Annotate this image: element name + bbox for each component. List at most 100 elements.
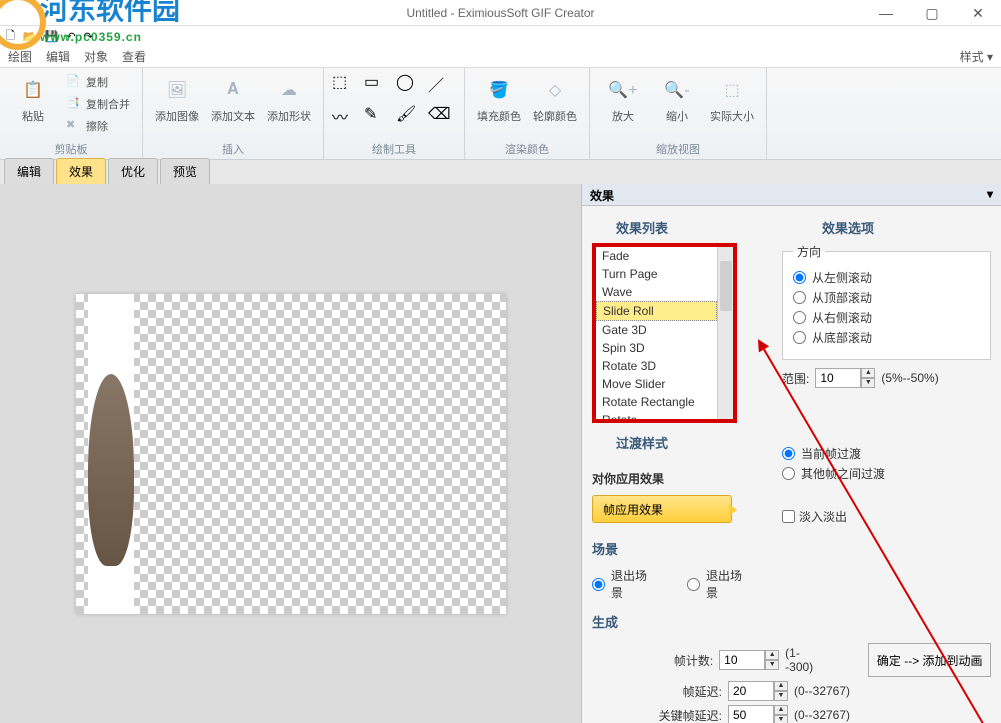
paste-button[interactable]: 📋 粘贴 [8,72,58,126]
menu-draw[interactable]: 绘图 [8,48,32,65]
scene-header: 场景 [592,539,752,558]
copymerge-icon: 📑 [66,96,82,112]
line-icon[interactable]: ／ [428,72,456,96]
confirm-button[interactable]: 确定 --> 添加到动画 [868,643,991,677]
canvas-area[interactable] [0,184,581,723]
frames-hint: (1--300) [785,646,822,674]
frames-input[interactable] [719,650,765,670]
maximize-button[interactable]: ▢ [909,0,955,26]
copy-icon: 📄 [66,74,82,90]
dir-bottom-radio[interactable]: 从底部滚动 [793,329,980,346]
effects-list-header: 效果列表 [616,218,752,237]
transparency-grid [76,294,506,614]
effects-scrollbar[interactable] [717,247,733,419]
effect-item[interactable]: Move Slider [596,375,717,393]
panel-dropdown-icon[interactable]: ▾ [987,187,993,202]
dir-top-radio[interactable]: 从顶部滚动 [793,289,980,306]
ribbon: 📋 粘贴 📄复制 📑复制合并 ✖擦除 剪贴板 🖼添加图像 𝐀添加文本 ☁添加形状… [0,68,1001,160]
ribbon-group-drawtools: ⬚ ▭ ◯ ／ 〰 ✎ 🖌 ⌫ 绘制工具 [324,68,465,159]
eraser-icon[interactable]: ⌫ [428,104,456,124]
tab-preview[interactable]: 预览 [160,158,210,184]
effect-item[interactable]: Rotate 3D [596,357,717,375]
tab-optimize[interactable]: 优化 [108,158,158,184]
zoom-actual-button[interactable]: ⬚实际大小 [706,72,758,126]
ellipse-icon[interactable]: ◯ [396,72,424,92]
add-image-button[interactable]: 🖼添加图像 [151,72,203,126]
effect-item[interactable]: Rotate Rectangle [596,393,717,411]
doc-tabs: 编辑 效果 优化 预览 [0,160,1001,184]
bucket-icon: 🪣 [483,74,515,106]
outline-icon: ◇ [539,74,571,106]
scene-enter-radio[interactable]: 退出场景 [687,567,752,601]
zoomout-icon: 🔍- [661,74,693,106]
dir-left-radio[interactable]: 从左侧滚动 [793,269,980,286]
website-watermark: 河东软件园 www.pc0359.cn [0,0,180,46]
effect-item[interactable]: Gate 3D [596,321,717,339]
add-shape-button[interactable]: ☁添加形状 [263,72,315,126]
options-header: 效果选项 [822,218,991,237]
apply-header: 对你应用效果 [592,470,752,487]
transition-other-radio[interactable]: 其他帧之间过渡 [782,465,991,482]
range-input[interactable] [815,368,861,388]
effects-list[interactable]: FadeTurn PageWaveSlide RollGate 3DSpin 3… [596,247,717,419]
curve-icon[interactable]: 〰 [332,104,360,128]
range-down[interactable]: ▼ [861,378,875,388]
brush-icon[interactable]: 🖌 [396,104,424,124]
close-button[interactable]: ✕ [955,0,1001,26]
canvas[interactable] [76,294,506,614]
scene-exit-radio[interactable]: 退出场景 [592,567,657,601]
apply-effect-button[interactable]: 帧应用效果 [592,495,732,523]
paste-icon: 📋 [17,74,49,106]
panel-title-text: 效果 [590,187,614,202]
outline-color-button[interactable]: ◇轮廓颜色 [529,72,581,126]
effect-item[interactable]: Turn Page [596,265,717,283]
marquee-icon[interactable]: ▭ [364,72,392,92]
copy-merge-button[interactable]: 📑复制合并 [62,94,134,114]
ribbon-group-zoom: 🔍+放大 🔍-缩小 ⬚实际大小 缩放视图 [590,68,767,159]
delay-label: 帧延迟: [652,683,722,700]
zoomin-icon: 🔍+ [607,74,639,106]
menu-edit[interactable]: 编辑 [46,48,70,65]
select-icon[interactable]: ⬚ [332,72,360,92]
direction-fieldset: 方向 从左侧滚动 从顶部滚动 从右侧滚动 从底部滚动 [782,243,991,360]
shape-icon: ☁ [273,74,305,106]
zoom-in-button[interactable]: 🔍+放大 [598,72,648,126]
menu-view[interactable]: 查看 [122,48,146,65]
text-icon: 𝐀 [217,74,249,106]
effect-item[interactable]: Wave [596,283,717,301]
tab-edit[interactable]: 编辑 [4,158,54,184]
menu-object[interactable]: 对象 [84,48,108,65]
tab-effects[interactable]: 效果 [56,158,106,184]
dir-right-radio[interactable]: 从右侧滚动 [793,309,980,326]
delay-hint: (0--32767) [794,684,850,698]
image-content [88,294,134,614]
effect-item[interactable]: Fade [596,247,717,265]
copy-button[interactable]: 📄复制 [62,72,134,92]
erase-button[interactable]: ✖擦除 [62,116,134,136]
menubar: 绘图 编辑 对象 查看 样式 ▾ [0,46,1001,68]
effect-item[interactable]: Slide Roll [596,301,717,321]
effect-item[interactable]: Spin 3D [596,339,717,357]
delay-input[interactable] [728,681,774,701]
add-text-button[interactable]: 𝐀添加文本 [207,72,259,126]
window-title: Untitled - EximiousSoft GIF Creator [406,6,594,20]
range-up[interactable]: ▲ [861,368,875,378]
pencil-icon[interactable]: ✎ [364,104,392,124]
ribbon-group-insert: 🖼添加图像 𝐀添加文本 ☁添加形状 插入 [143,68,324,159]
ribbon-group-clipboard: 📋 粘贴 📄复制 📑复制合并 ✖擦除 剪贴板 [0,68,143,159]
range-label: 范围: [782,370,809,387]
minimize-button[interactable]: — [863,0,909,26]
effect-item[interactable]: Rotate [596,411,717,419]
transition-current-radio[interactable]: 当前帧过渡 [782,445,991,462]
frames-label: 帧计数: [652,652,713,669]
menu-style[interactable]: 样式 ▾ [960,48,993,65]
ribbon-group-color: 🪣填充颜色 ◇轮廓颜色 渲染颜色 [465,68,590,159]
range-hint: (5%--50%) [881,371,938,385]
effects-list-box: FadeTurn PageWaveSlide RollGate 3DSpin 3… [592,243,737,423]
keydelay-label: 关键帧延迟: [652,707,722,723]
fade-checkbox[interactable]: 淡入淡出 [782,508,991,525]
zoom-out-button[interactable]: 🔍-缩小 [652,72,702,126]
zoom100-icon: ⬚ [716,74,748,106]
keydelay-input[interactable] [728,705,774,723]
fill-color-button[interactable]: 🪣填充颜色 [473,72,525,126]
